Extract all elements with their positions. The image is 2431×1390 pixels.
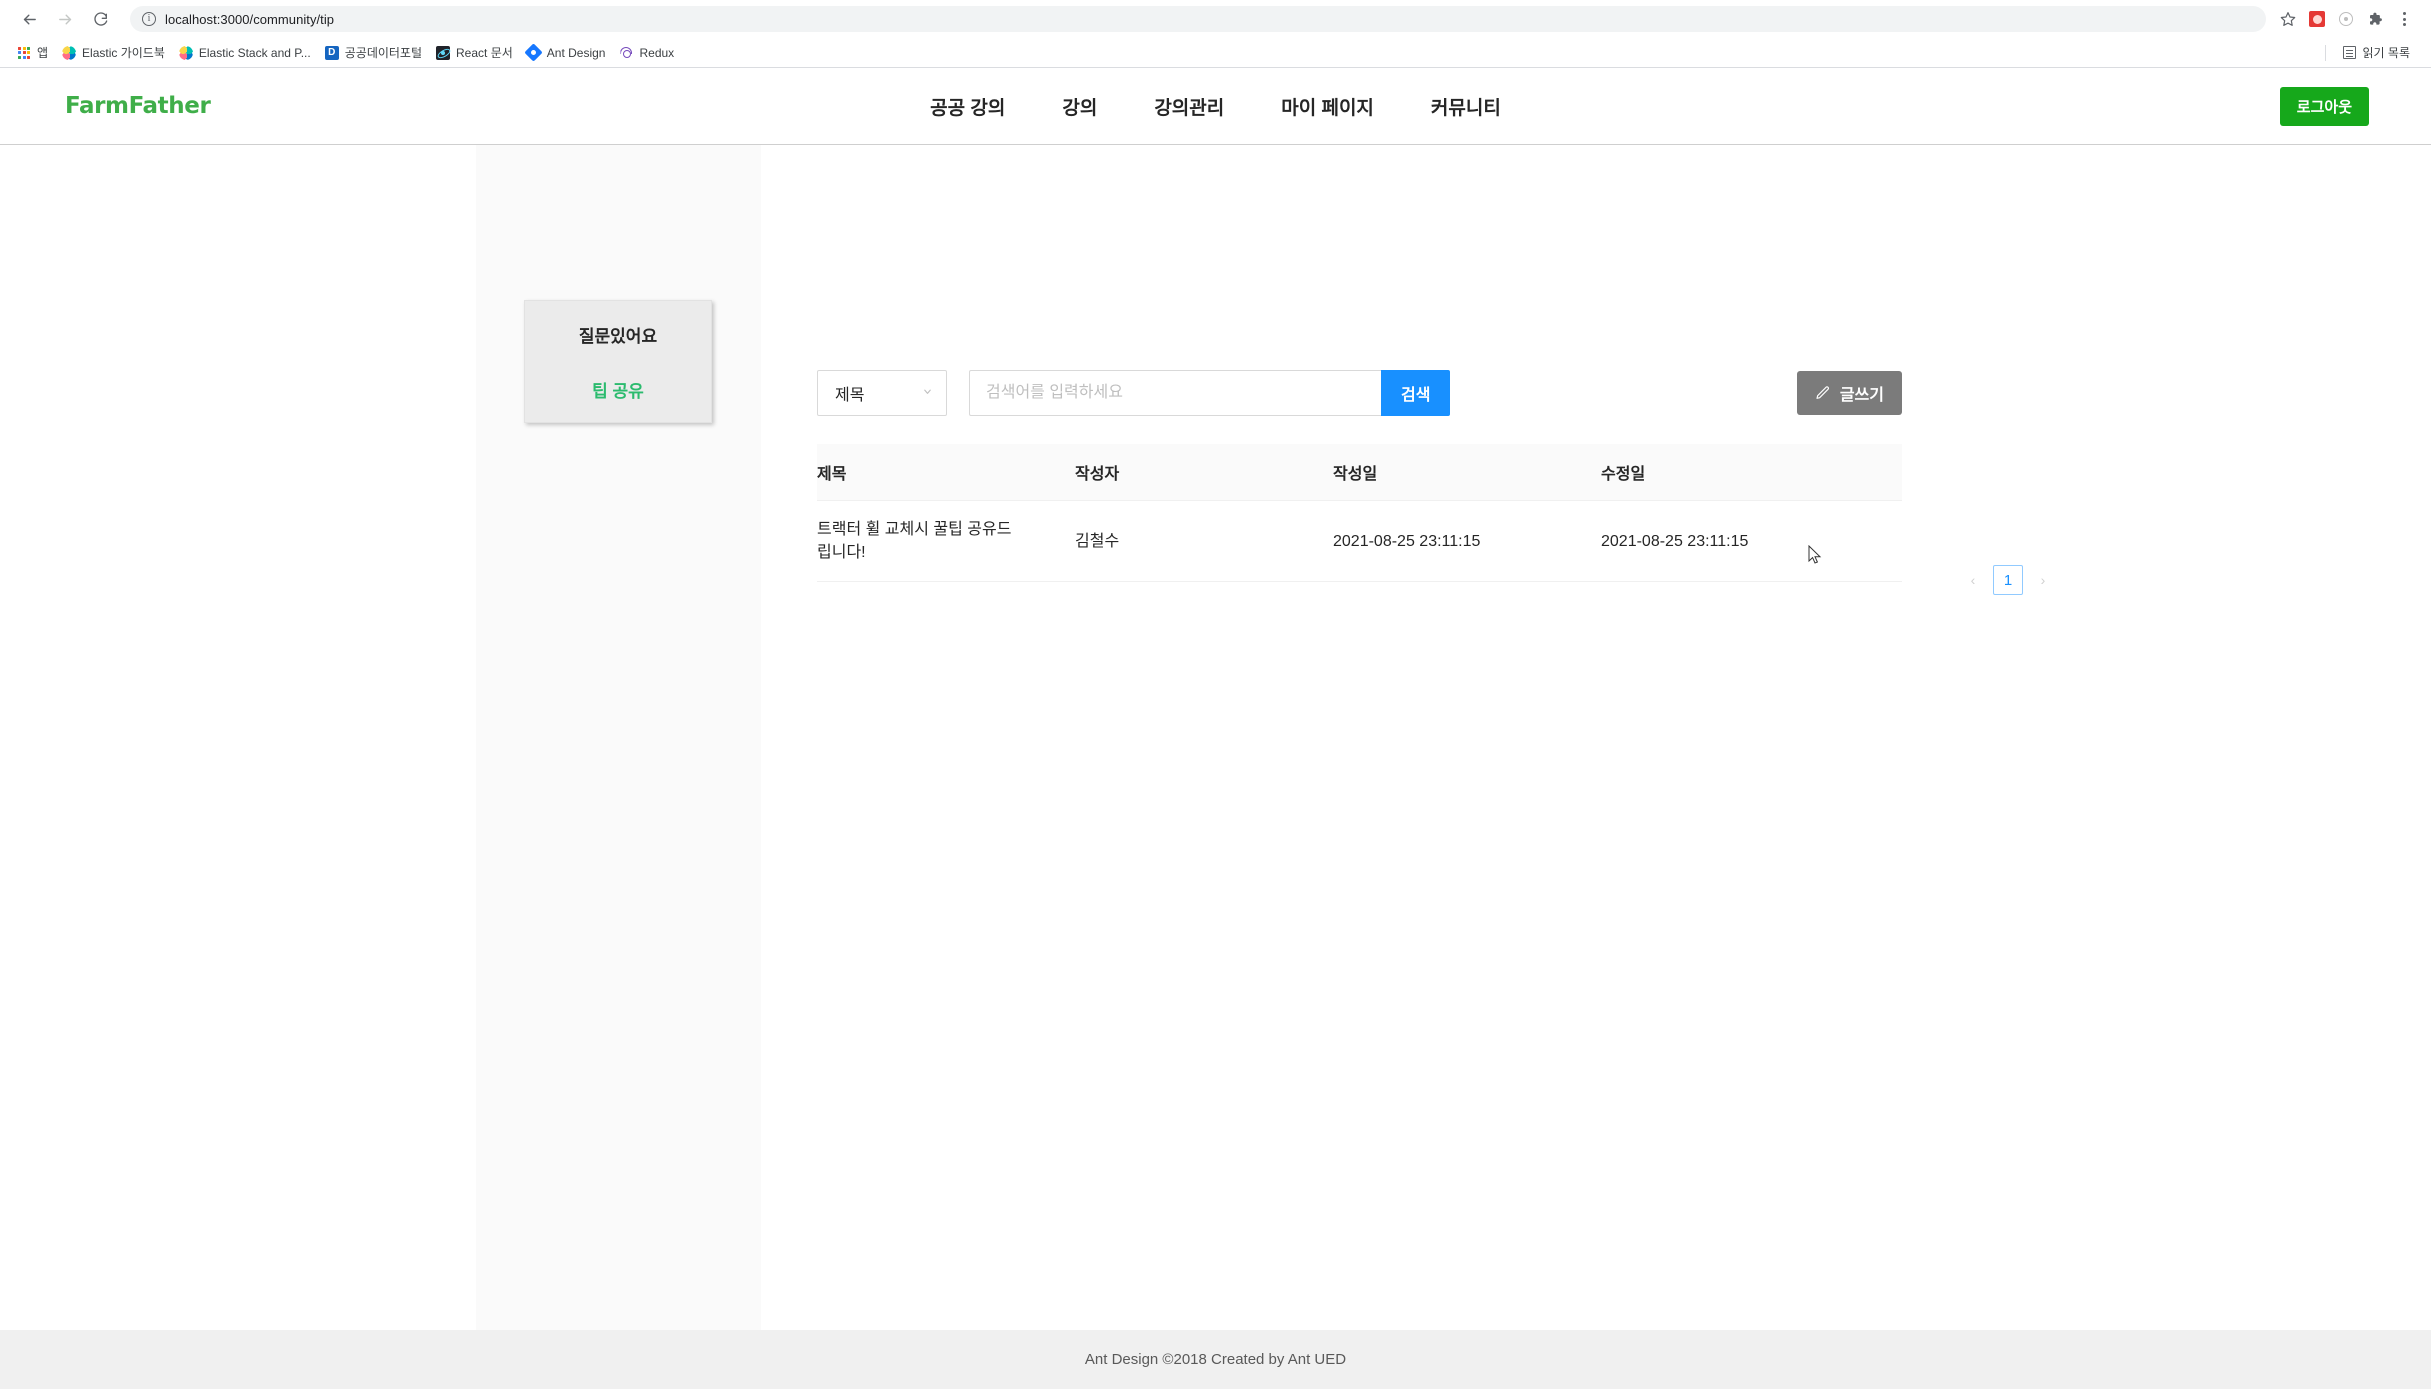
write-post-button[interactable]: 글쓰기 (1797, 371, 1902, 415)
bookmark-label: 공공데이터포털 (345, 44, 422, 61)
divider (2325, 45, 2326, 61)
extension-icon-red[interactable] (2304, 6, 2330, 32)
nav-item-lecture-management[interactable]: 강의관리 (1154, 93, 1224, 120)
bookmark-label: Redux (639, 46, 674, 60)
bookmark-ant-design[interactable]: Ant Design (520, 41, 613, 65)
bookmarks-bar-right: 읽기 목록 (2315, 41, 2424, 65)
pagination-page-1[interactable]: 1 (1993, 565, 2023, 595)
reading-list-label: 읽기 목록 (2363, 44, 2411, 61)
search-group: 검색 (969, 370, 1450, 416)
browser-chrome: i localhost:3000/community/tip (0, 0, 2431, 68)
board-table: 제목 작성자 작성일 수정일 트랙터 휠 교체시 꿀팁 공유드립니다! 김철수 … (817, 444, 1902, 582)
page-viewport: FarmFather 공공 강의 강의 강의관리 마이 페이지 커뮤니티 로그아… (0, 68, 2431, 1389)
bookmarks-bar: 앱 Elastic 가이드북 Elastic Stack and P... D … (0, 38, 2431, 68)
bookmark-react-docs[interactable]: React 문서 (429, 41, 520, 65)
data-portal-icon: D (325, 46, 339, 60)
browser-toolbar: i localhost:3000/community/tip (0, 0, 2431, 38)
address-bar[interactable]: i localhost:3000/community/tip (130, 6, 2266, 32)
board-toolbar: 제목 검색 글쓰기 (817, 370, 1902, 416)
apps-grid-icon (17, 46, 31, 60)
search-category-select[interactable]: 제목 (817, 370, 947, 416)
cell-author: 김철수 (1075, 501, 1333, 582)
bookmark-label: Ant Design (547, 46, 606, 60)
table-row[interactable]: 트랙터 휠 교체시 꿀팁 공유드립니다! 김철수 2021-08-25 23:1… (817, 501, 1902, 582)
site-footer: Ant Design ©2018 Created by Ant UED (0, 1330, 2431, 1389)
chevron-down-icon (922, 386, 933, 400)
bookmark-label: React 문서 (456, 44, 513, 61)
sidebar-item-tip-share[interactable]: 팁 공유 (592, 377, 644, 402)
bookmark-data-portal[interactable]: D 공공데이터포털 (318, 41, 429, 65)
extensions-puzzle-icon[interactable] (2362, 6, 2388, 32)
circle-target-icon (2339, 12, 2353, 26)
elastic-icon (62, 46, 76, 60)
search-button[interactable]: 검색 (1381, 370, 1450, 416)
back-button[interactable] (14, 4, 44, 34)
reading-list-button[interactable]: 읽기 목록 (2336, 41, 2418, 65)
nav-item-my-page[interactable]: 마이 페이지 (1281, 93, 1374, 120)
bookmark-redux[interactable]: Redux (612, 41, 681, 65)
table-header-row: 제목 작성자 작성일 수정일 (817, 444, 1902, 501)
bookmark-elastic-stack[interactable]: Elastic Stack and P... (172, 41, 318, 65)
nav-item-community[interactable]: 커뮤니티 (1431, 93, 1501, 120)
site-info-icon[interactable]: i (142, 12, 156, 26)
bookmark-label: 앱 (37, 44, 48, 61)
extension-icon-circle[interactable] (2333, 6, 2359, 32)
cell-updated-at: 2021-08-25 23:11:15 (1601, 501, 1902, 582)
nav-item-lectures[interactable]: 강의 (1062, 93, 1097, 120)
url-text: localhost:3000/community/tip (165, 12, 334, 27)
main-navigation: 공공 강의 강의 강의관리 마이 페이지 커뮤니티 (930, 93, 1501, 120)
logout-button[interactable]: 로그아웃 (2280, 87, 2369, 126)
reload-button[interactable] (86, 4, 116, 34)
board-table-body: 트랙터 휠 교체시 꿀팁 공유드립니다! 김철수 2021-08-25 23:1… (817, 501, 1902, 582)
redux-icon (619, 46, 633, 60)
column-header-created[interactable]: 작성일 (1333, 444, 1601, 501)
pagination-next-button[interactable]: › (2035, 572, 2051, 588)
search-category-value: 제목 (835, 381, 864, 405)
bookmark-apps[interactable]: 앱 (10, 41, 55, 65)
footer-text: Ant Design ©2018 Created by Ant UED (1085, 1351, 1346, 1368)
community-sidebar: 질문있어요 팁 공유 (476, 145, 761, 1330)
pencil-icon (1815, 385, 1831, 401)
bookmark-star-icon[interactable] (2275, 6, 2301, 32)
bookmark-label: Elastic 가이드북 (82, 44, 165, 61)
page-body: 질문있어요 팁 공유 제목 검색 (0, 145, 2431, 1389)
forward-button[interactable] (50, 4, 80, 34)
search-input[interactable] (969, 370, 1381, 416)
write-post-label: 글쓰기 (1840, 381, 1884, 405)
elastic-icon (179, 46, 193, 60)
column-header-updated[interactable]: 수정일 (1601, 444, 1902, 501)
reading-list-icon (2343, 46, 2357, 60)
site-logo[interactable]: FarmFather (65, 93, 210, 119)
nav-item-public-lectures[interactable]: 공공 강의 (930, 93, 1005, 120)
react-icon (436, 46, 450, 60)
site-header: FarmFather 공공 강의 강의 강의관리 마이 페이지 커뮤니티 로그아… (0, 68, 2431, 145)
bookmark-label: Elastic Stack and P... (199, 46, 311, 60)
cell-title[interactable]: 트랙터 휠 교체시 꿀팁 공유드립니다! (817, 501, 1075, 582)
cell-created-at: 2021-08-25 23:11:15 (1333, 501, 1601, 582)
sidebar-item-questions[interactable]: 질문있어요 (579, 322, 657, 347)
pagination: ‹ 1 › (1965, 565, 2051, 595)
bookmark-elastic-guidebook[interactable]: Elastic 가이드북 (55, 41, 172, 65)
board-table-head: 제목 작성자 작성일 수정일 (817, 444, 1902, 501)
community-menu-card: 질문있어요 팁 공유 (524, 300, 712, 423)
column-header-author[interactable]: 작성자 (1075, 444, 1333, 501)
column-header-title[interactable]: 제목 (817, 444, 1075, 501)
extension-badge (2309, 11, 2325, 27)
chrome-menu-icon[interactable] (2391, 6, 2417, 32)
ant-design-icon (527, 46, 541, 60)
pagination-prev-button[interactable]: ‹ (1965, 572, 1981, 588)
